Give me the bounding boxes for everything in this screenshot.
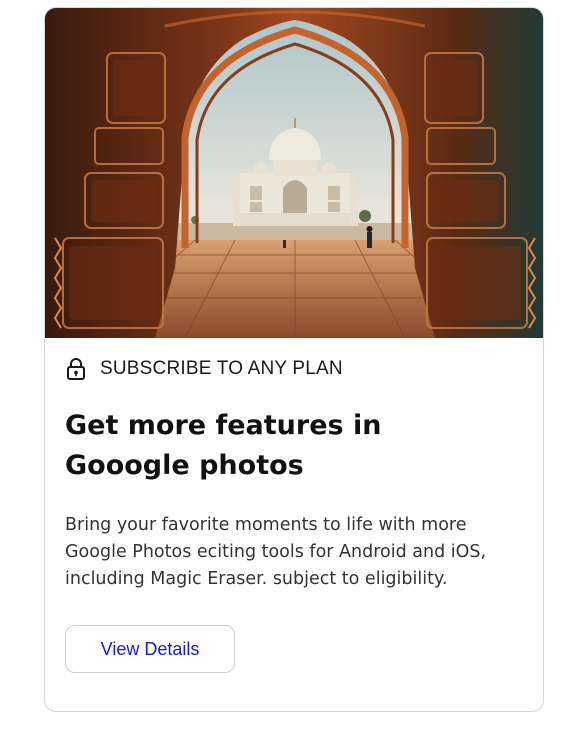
lock-icon: [65, 357, 87, 381]
hero-image: [45, 8, 543, 338]
card-description: Bring your favorite moments to life with…: [65, 515, 487, 589]
subscription-badge: SUBSCRIBE TO ANY PLAN: [65, 356, 343, 382]
card-title: Get more features in Gooogle photos: [65, 410, 382, 481]
taj-mahal-arch-photo: [45, 8, 543, 338]
subscription-badge-label: SUBSCRIBE TO ANY PLAN: [100, 358, 343, 379]
promo-card: SUBSCRIBE TO ANY PLAN Get more features …: [44, 7, 544, 712]
view-details-button[interactable]: View Details: [65, 625, 235, 673]
